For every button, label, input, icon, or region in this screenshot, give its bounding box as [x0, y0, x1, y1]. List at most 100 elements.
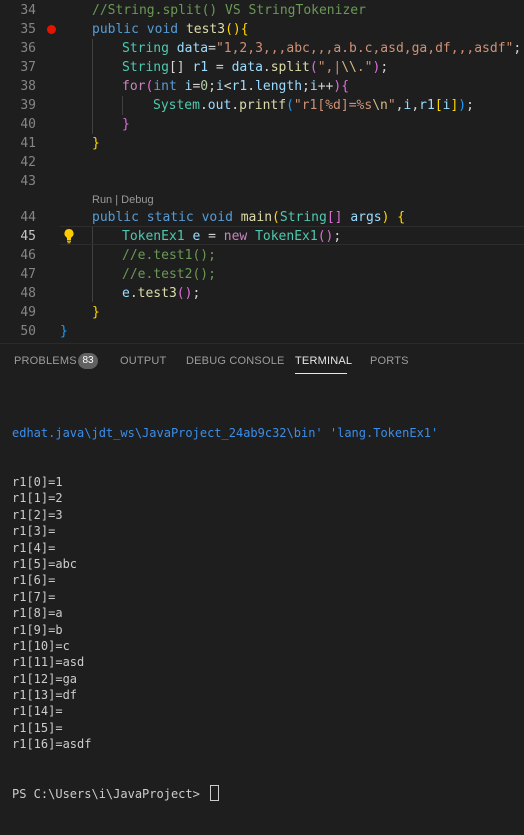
code-token: . [129, 286, 138, 301]
code-text: } [122, 115, 130, 134]
code-token: ; [208, 79, 216, 94]
tab-terminal[interactable]: TERMINAL [295, 355, 352, 367]
problems-count-badge: 83 [78, 353, 98, 369]
terminal-output-line: r1[10]=c [12, 638, 70, 653]
line-number: 35 [20, 22, 36, 37]
codelens-run-debug[interactable]: Run | Debug [92, 192, 154, 208]
code-token: public [92, 22, 147, 37]
code-token: } [92, 305, 100, 320]
line-number: 46 [20, 248, 36, 263]
code-token: ; [466, 98, 474, 113]
code-token: ( [286, 98, 294, 113]
code-line[interactable]: 46 //e.test1(); [0, 246, 524, 265]
code-line[interactable]: 37 String[] r1 = data.split(",|\\."); [0, 58, 524, 77]
code-line[interactable]: 45 TokenEx1 e = new TokenEx1(); [0, 227, 524, 246]
code-line[interactable]: 49} [0, 303, 524, 322]
code-token: String [279, 210, 327, 225]
code-line[interactable]: 43 [0, 172, 524, 191]
code-token: () [176, 286, 193, 301]
terminal-output-line: r1[14]= [12, 704, 63, 719]
code-token: ++ [317, 79, 334, 94]
code-token: String [122, 60, 169, 75]
terminal-output-line: r1[2]=3 [12, 507, 63, 522]
code-token: //e.test1(); [122, 248, 216, 263]
code-token: e [122, 286, 130, 301]
code-line[interactable]: 39 System.out.printf("r1[%d]=%s\n",i,r1[i… [0, 96, 524, 115]
code-text: public static void main(String[] args) { [92, 208, 405, 227]
code-token: . [199, 98, 208, 113]
terminal-output-line: r1[4]= [12, 540, 56, 555]
code-text: //e.test2(); [122, 265, 216, 284]
code-token: [ [434, 98, 443, 113]
code-text: for(int i=0;i<r1.length;i++){ [122, 77, 349, 96]
code-token: } [92, 136, 100, 151]
lightbulb-icon[interactable] [63, 228, 75, 244]
line-number: 38 [20, 79, 36, 94]
code-token: i [309, 79, 318, 94]
code-token: \\ [341, 60, 357, 75]
code-text: e.test3(); [122, 284, 200, 303]
code-line[interactable]: 50} [0, 322, 524, 341]
terminal-output-line: r1[9]=b [12, 622, 63, 637]
code-token: split [270, 60, 310, 75]
tab-ports[interactable]: PORTS [370, 355, 409, 367]
code-line[interactable]: 35 public void test3(){ [0, 20, 524, 39]
code-line[interactable]: 36 String data="1,2,3,,,abc,,,a.b.c,asd,g… [0, 39, 524, 58]
code-line[interactable]: 41} [0, 134, 524, 153]
code-editor[interactable]: Run | Debug 34 //String.split() VS String… [0, 0, 524, 343]
code-text: //String.split() VS StringTokenizer [92, 1, 366, 20]
code-line[interactable]: 42 [0, 153, 524, 172]
code-token: TokenEx1 [255, 229, 318, 244]
code-token: public [92, 210, 147, 225]
code-token: "1,2,3,,,abc,,,a.b.c,asd,ga,df,,,asdf" [215, 41, 514, 56]
code-text: System.out.printf("r1[%d]=%s\n",i,r1[i])… [153, 96, 474, 115]
breakpoint-icon[interactable] [47, 25, 56, 34]
code-token: out [207, 98, 232, 113]
code-token: args [342, 210, 382, 225]
terminal-output[interactable]: edhat.java\jdt_ws\JavaProject_24ab9c32\b… [12, 392, 438, 835]
code-token: . [247, 79, 256, 94]
line-number: 40 [20, 117, 36, 132]
code-token: System [153, 98, 200, 113]
terminal-output-line: r1[12]=ga [12, 671, 78, 686]
code-token: "r1[%d]=%s [293, 98, 373, 113]
code-token: [] [326, 210, 343, 225]
terminal-output-line: r1[5]=abc [12, 556, 78, 571]
code-text: } [92, 303, 100, 322]
code-token: ." [356, 60, 373, 75]
code-token: test3 [137, 286, 177, 301]
code-line[interactable]: 38 for(int i=0;i<r1.length;i++){ [0, 77, 524, 96]
code-line[interactable]: 34 //String.split() VS StringTokenizer [0, 1, 524, 20]
code-token: ",| [317, 60, 342, 75]
terminal-output-line: r1[1]=2 [12, 491, 63, 506]
code-token: ; [380, 60, 389, 75]
code-token: = [208, 60, 232, 75]
terminal-output-line: r1[16]=asdf [12, 737, 92, 752]
line-number: 42 [20, 155, 36, 170]
terminal-output-line: r1[13]=df [12, 688, 78, 703]
tab-output[interactable]: OUTPUT [120, 355, 166, 367]
code-token: main [240, 210, 273, 225]
terminal-cursor [210, 785, 220, 802]
active-tab-indicator [295, 373, 347, 374]
code-token: length [255, 79, 303, 94]
tab-debug-console[interactable]: DEBUG CONSOLE [186, 355, 285, 367]
code-token: test3 [185, 22, 226, 37]
code-token: = [208, 41, 216, 56]
code-token: ( [272, 210, 280, 225]
code-line[interactable]: 47 //e.test2(); [0, 265, 524, 284]
code-line[interactable]: 48 e.test3(); [0, 284, 524, 303]
code-token: () [317, 229, 334, 244]
tab-problems[interactable]: PROBLEMS [14, 355, 77, 367]
code-token: () [225, 22, 241, 37]
code-line[interactable]: 40} [0, 115, 524, 134]
line-number: 44 [20, 210, 36, 225]
code-token: < [223, 79, 232, 94]
terminal-prompt-line[interactable]: PS C:\Users\i\JavaProject> [12, 785, 438, 802]
code-text: } [92, 134, 100, 153]
terminal-output-line: r1[0]=1 [12, 475, 63, 490]
line-number: 34 [20, 3, 36, 18]
code-token: ( [309, 60, 318, 75]
code-token: ; [333, 229, 342, 244]
code-line[interactable]: 44 public static void main(String[] args)… [0, 208, 524, 227]
